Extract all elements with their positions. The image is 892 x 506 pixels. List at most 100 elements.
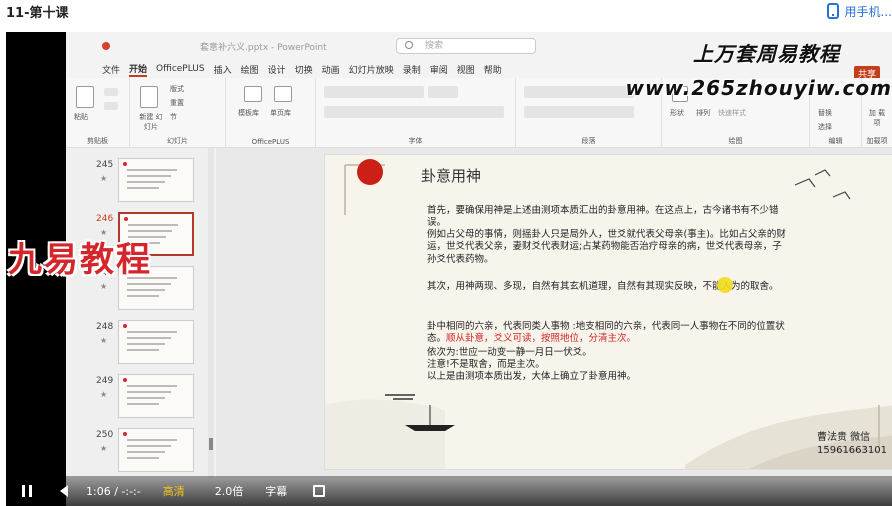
thumbnail-image[interactable] bbox=[118, 320, 194, 364]
thumbnail-image[interactable] bbox=[118, 374, 194, 418]
thumbnail-line bbox=[127, 169, 177, 171]
transition-star-icon: ★ bbox=[100, 282, 108, 291]
menu-0[interactable]: 文件 bbox=[102, 63, 120, 76]
thumbnail-number: 248 bbox=[96, 322, 114, 332]
slide-canvas[interactable]: 卦意用神 首先，要确保用神是上述由测项本质汇出的卦意用神。在这点上，古今诸书有不… bbox=[324, 154, 892, 470]
slide-paragraph: 以上是由测项本质出发，大体上确立了卦意用神。 bbox=[427, 371, 637, 382]
single-page-icon[interactable] bbox=[274, 86, 292, 102]
pointer-highlight bbox=[717, 277, 733, 293]
transition-star-icon: ★ bbox=[100, 390, 108, 399]
menu-2[interactable]: OfficePLUS bbox=[156, 64, 205, 74]
thumbnail-line bbox=[127, 439, 177, 441]
new-slide-icon[interactable] bbox=[140, 86, 158, 108]
thumbnail-line bbox=[127, 181, 165, 183]
slide-paragraph: 例如占父母的事情，则摇卦人只是局外人，世爻就代表父母亲(事主)。比如占父亲的财运… bbox=[427, 229, 786, 265]
menu-8[interactable]: 幻灯片放映 bbox=[349, 63, 394, 76]
player-controls: 1:06 / -:-:- 高清 2.0倍 字幕 bbox=[6, 476, 892, 506]
thumbnail-image[interactable] bbox=[118, 158, 194, 202]
slide-paragraph: 卦中相同的六亲，代表同类人事物 :地支相同的六亲，代表同一人事物在不同的位置状态… bbox=[427, 321, 787, 346]
slide-signature: 曹法贵 微信 15961663101 bbox=[817, 431, 887, 457]
menu-1[interactable]: 开始 bbox=[129, 62, 148, 77]
slide-paragraph: 首先，要确保用神是上述由测项本质汇出的卦意用神。在这点上，古今诸书有不少错误。 bbox=[427, 205, 779, 229]
ribbon-group-label: 编辑 bbox=[828, 137, 843, 145]
menu-4[interactable]: 绘图 bbox=[241, 63, 259, 76]
search-placeholder: 搜索 bbox=[425, 41, 444, 51]
menu-11[interactable]: 视图 bbox=[457, 63, 475, 76]
thumbnail-line bbox=[127, 391, 171, 393]
ribbon-group-label: 加载项 bbox=[866, 137, 888, 145]
fullscreen-icon[interactable] bbox=[313, 485, 326, 497]
thumbnail-line bbox=[127, 445, 171, 447]
record-icon[interactable] bbox=[102, 42, 110, 50]
pause-button[interactable] bbox=[22, 485, 32, 497]
thumbnail-line bbox=[127, 295, 159, 297]
phone-icon bbox=[826, 3, 839, 19]
quality-button[interactable]: 高清 bbox=[163, 483, 185, 499]
thumbnail-line bbox=[127, 175, 171, 177]
thumbnail-scrollbar[interactable] bbox=[208, 148, 214, 478]
thumbnail-dot bbox=[123, 162, 127, 166]
section-button[interactable]: 节 bbox=[170, 112, 177, 122]
ribbon-group-label: 幻灯片 bbox=[167, 137, 188, 145]
reset-button[interactable]: 重置 bbox=[170, 98, 184, 108]
new-slide-label: 新建 幻灯片 bbox=[139, 113, 163, 131]
ribbon-group-label: 字体 bbox=[408, 137, 423, 145]
search-icon bbox=[405, 41, 413, 49]
thumbnail-line bbox=[127, 451, 165, 453]
volume-icon[interactable] bbox=[60, 485, 68, 497]
subtitles-button[interactable]: 字幕 bbox=[265, 483, 287, 499]
slide-thumbnail[interactable]: 249 ★ bbox=[66, 374, 214, 428]
arrange-label[interactable]: 排列 bbox=[696, 108, 710, 118]
video-player[interactable]: 套意补六义.pptx - PowerPoint 搜索 文件 开始 OfficePLU… bbox=[6, 32, 892, 506]
addin-button[interactable]: 加 载项 bbox=[866, 108, 888, 128]
thumbnail-line bbox=[127, 289, 165, 291]
speed-button[interactable]: 2.0倍 bbox=[215, 483, 244, 499]
thumbnail-line bbox=[128, 224, 178, 226]
phone-button[interactable]: 用手机... bbox=[826, 0, 892, 22]
slide-thumbnail[interactable]: 248 ★ bbox=[66, 320, 214, 374]
thumbnail-image[interactable] bbox=[118, 428, 194, 472]
slide-paragraph: 其次，用神两现、多现，自然有其玄机道理，自然有其现实反映，不能人为的取舍。 bbox=[427, 281, 779, 292]
ribbon-group-label: 绘图 bbox=[728, 137, 743, 145]
ribbon-group-label: OfficePLUS bbox=[251, 138, 290, 146]
menu-10[interactable]: 审阅 bbox=[430, 63, 448, 76]
thumbnail-line bbox=[127, 283, 171, 285]
scroll-thumb[interactable] bbox=[209, 438, 213, 450]
menu-9[interactable]: 录制 bbox=[403, 63, 421, 76]
select-button[interactable]: 选择 bbox=[818, 122, 832, 132]
slide-thumbnail[interactable]: 245 ★ bbox=[66, 158, 214, 212]
slide-highlight-text: 顺从卦意，爻义可读，按照地位，分清主次。 bbox=[446, 333, 637, 345]
replace-button[interactable]: 替换 bbox=[818, 108, 832, 118]
slide-thumbnail[interactable]: 250 ★ bbox=[66, 428, 214, 482]
single-label: 单页库 bbox=[270, 109, 291, 117]
watermark-jiuyi: 九易教程 bbox=[8, 240, 152, 280]
thumbnail-line bbox=[127, 397, 165, 399]
thumbnail-dot bbox=[123, 378, 127, 382]
template-icon[interactable] bbox=[244, 86, 262, 102]
slide-title: 卦意用神 bbox=[421, 167, 482, 185]
menu-7[interactable]: 动画 bbox=[322, 63, 340, 76]
template-label: 模板库 bbox=[238, 109, 259, 117]
menu-5[interactable]: 设计 bbox=[268, 63, 286, 76]
ppt-search[interactable]: 搜索 bbox=[396, 38, 536, 54]
thumbnail-line bbox=[127, 331, 177, 333]
quick-style-label[interactable]: 快速样式 bbox=[718, 108, 746, 118]
ribbon-group-slides: 新建 幻灯片 版式 重置 节 幻灯片 bbox=[130, 78, 226, 148]
signature-name: 曹法贵 微信 bbox=[817, 432, 871, 443]
menu-6[interactable]: 切换 bbox=[295, 63, 313, 76]
transition-star-icon: ★ bbox=[100, 336, 108, 345]
page-title: 11-第十课 bbox=[6, 6, 69, 21]
ribbon-group-label: 剪贴板 bbox=[87, 137, 108, 145]
paste-label: 粘贴 bbox=[74, 113, 88, 121]
paste-icon[interactable] bbox=[76, 86, 94, 108]
slide-paragraph: 依次为:世应一动变一静一月日一伏爻。 bbox=[427, 347, 592, 358]
ribbon-group-officeplus: 模板库 单页库 OfficePLUS bbox=[226, 78, 316, 148]
slide-thumbnails: 245 ★ 246 ★ 247 ★ 248 ★ 249 ★ 250 ★ bbox=[66, 148, 214, 478]
layout-button[interactable]: 版式 bbox=[170, 84, 184, 94]
powerpoint-window: 套意补六义.pptx - PowerPoint 搜索 文件 开始 OfficePLU… bbox=[66, 32, 892, 506]
menu-3[interactable]: 插入 bbox=[214, 63, 232, 76]
menu-12[interactable]: 帮助 bbox=[484, 63, 502, 76]
thumbnail-dot bbox=[123, 324, 127, 328]
thumbnail-number: 245 bbox=[96, 160, 114, 170]
thumbnail-line bbox=[127, 457, 159, 459]
